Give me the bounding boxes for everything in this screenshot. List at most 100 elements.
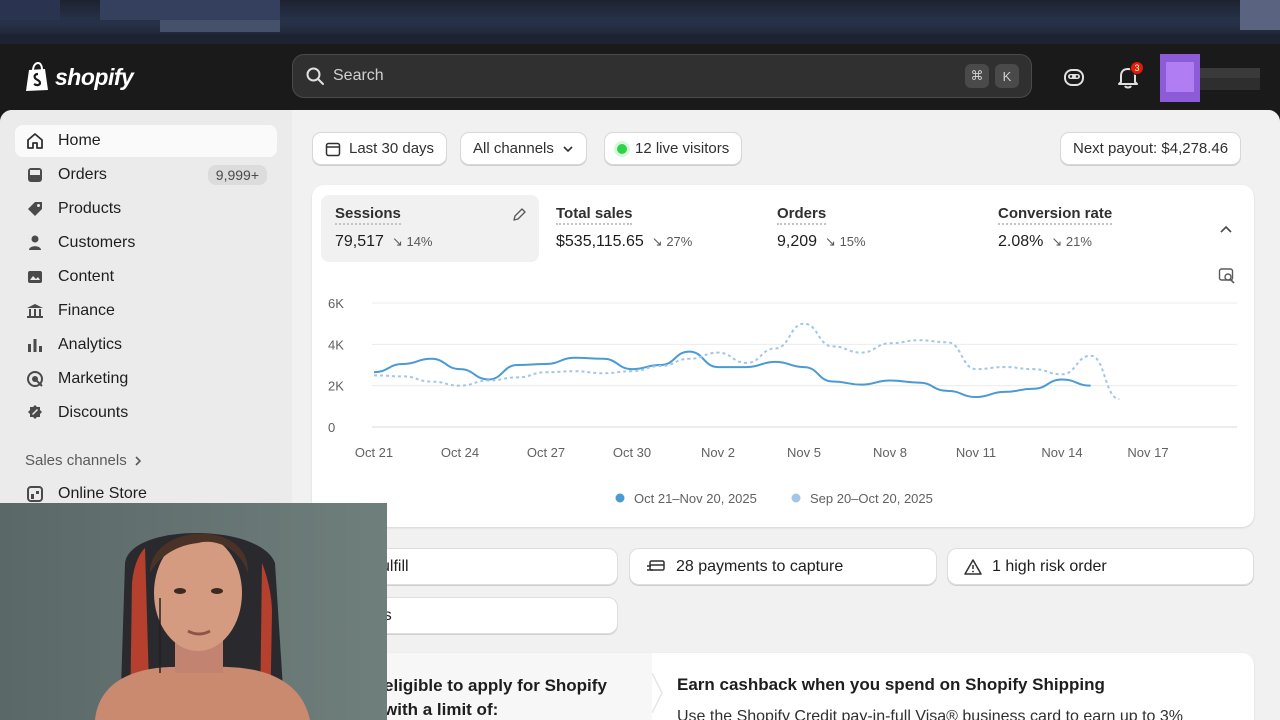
date-range-label: Last 30 days: [349, 140, 435, 157]
live-visitors-label: 12 live visitors: [635, 140, 730, 157]
metric-delta-value: 14%: [406, 234, 433, 249]
bar-chart-icon: [25, 335, 45, 355]
chart-search-icon[interactable]: [1218, 267, 1236, 285]
search-icon: [306, 67, 324, 85]
credit-eligibility-text: eligible to apply for Shopify with a lim…: [384, 676, 607, 719]
next-payout-label: Next payout: $4,278.46: [1073, 140, 1229, 157]
chevron-down-icon: [563, 145, 573, 152]
legend-label-current: Oct 21–Nov 20, 2025: [634, 491, 757, 506]
metric-conversion-rate[interactable]: Conversion rate 2.08% ↘ 21%: [984, 195, 1202, 262]
task-payments-to-capture[interactable]: 28 payments to capture: [629, 548, 937, 585]
x-tick-label: Nov 11: [956, 445, 996, 460]
x-tick-label: Nov 5: [787, 445, 821, 460]
task-label: 1 high risk order: [992, 557, 1107, 575]
x-tick-label: Nov 14: [1041, 445, 1082, 460]
logo-text: shopify: [55, 63, 134, 90]
search-input[interactable]: Search ⌘ K: [292, 54, 1032, 98]
sidebar-item-finance[interactable]: Finance: [15, 295, 277, 327]
sidebar-item-discounts[interactable]: Discounts: [15, 397, 277, 429]
inbox-icon: [25, 165, 45, 185]
orders-count-badge: 9,999+: [207, 165, 267, 185]
x-tick-label: Nov 2: [701, 445, 735, 460]
image-icon: [25, 267, 45, 287]
legend-label-comparison: Sep 20–Oct 20, 2025: [810, 491, 933, 506]
y-tick-label: 4K: [328, 337, 344, 352]
top-bar: shopify Search ⌘ K 3: [0, 44, 1280, 110]
webcam-person-image: [0, 503, 387, 720]
store-icon: [25, 484, 45, 504]
notification-badge: 3: [1130, 61, 1144, 75]
y-tick-label: 2K: [328, 379, 344, 394]
arrow-down-right-icon: ↘: [391, 234, 403, 249]
metric-delta-value: 21%: [1065, 234, 1092, 249]
webcam-overlay: [0, 503, 387, 720]
live-indicator-icon: [617, 143, 627, 154]
calendar-icon: [325, 142, 341, 156]
arrow-down-right-icon: ↘: [825, 234, 836, 249]
warning-icon: [964, 558, 982, 575]
browser-tab-strip: [0, 0, 1280, 44]
metric-delta: ↘ 14%: [392, 234, 433, 250]
payment-icon: [647, 559, 665, 571]
sidebar-item-orders[interactable]: Orders 9,999+: [15, 159, 277, 191]
metric-delta-value: 27%: [666, 234, 693, 249]
sales-channels-header[interactable]: Sales channels: [25, 452, 143, 469]
channels-dropdown[interactable]: All channels: [460, 132, 587, 165]
date-range-button[interactable]: Last 30 days: [312, 132, 448, 165]
current-period-line: [373, 350, 1091, 399]
tag-icon: [25, 199, 45, 219]
sidebar-item-content[interactable]: Content: [15, 261, 277, 293]
next-payout-button[interactable]: Next payout: $4,278.46: [1060, 132, 1242, 165]
sidebar-item-label: Customers: [58, 234, 136, 251]
x-tick-label: Nov 8: [873, 445, 907, 460]
sales-channels-label: Sales channels: [25, 452, 127, 469]
sidebar-item-home[interactable]: Home: [15, 125, 277, 157]
sidekick-icon[interactable]: [1061, 64, 1087, 90]
metric-delta: ↘ 27%: [652, 234, 693, 250]
metric-delta-value: 15%: [839, 234, 866, 249]
metric-value: $535,115.65: [556, 233, 644, 250]
sidebar-item-marketing[interactable]: Marketing: [15, 363, 277, 395]
legend-marker-comparison: [791, 493, 801, 503]
sidebar-item-label: Analytics: [58, 336, 123, 353]
metric-label: Conversion rate: [998, 205, 1113, 225]
task-label: 28 payments to capture: [676, 557, 844, 575]
shortcut-key-cmd: ⌘: [965, 64, 989, 88]
shopify-logo[interactable]: shopify: [24, 61, 134, 93]
metric-label: Orders: [777, 205, 827, 225]
sidebar-item-customers[interactable]: Customers: [15, 227, 277, 259]
sidebar-item-label: Products: [58, 200, 122, 217]
metric-total-sales[interactable]: Total sales $535,115.65 ↘ 27%: [542, 195, 760, 262]
promo-body: Use the Shopify Credit pay-in-full Visa®…: [677, 708, 1183, 720]
task-high-risk-order[interactable]: 1 high risk order: [947, 548, 1254, 585]
sidebar-item-products[interactable]: Products: [15, 193, 277, 225]
chevron-up-icon[interactable]: [1218, 222, 1234, 238]
comparison-period-line: [373, 322, 1120, 401]
arrow-down-right-icon: ↘: [1051, 234, 1063, 249]
metric-orders[interactable]: Orders 9,209 ↘ 15%: [763, 195, 981, 262]
arrow-down-right-icon: ↘: [651, 234, 663, 249]
metric-label: Total sales: [556, 205, 633, 225]
live-visitors-button[interactable]: 12 live visitors: [604, 132, 743, 165]
account-menu[interactable]: [1160, 54, 1280, 102]
search-placeholder: Search: [333, 67, 384, 84]
metric-sessions[interactable]: Sessions 79,517 ↘ 14%: [321, 195, 539, 262]
y-tick-label: 0: [328, 420, 335, 435]
y-tick-label: 6K: [328, 296, 344, 311]
sidebar-item-label: Orders: [58, 166, 107, 183]
sidebar-item-label: Content: [58, 268, 115, 285]
x-tick-label: Oct 27: [527, 445, 565, 460]
promo-title: Earn cashback when you spend on Shopify …: [677, 675, 1105, 694]
sessions-line-chart: 0 2K 4K 6K Oct 21 Oct 24 Oct 27 Oct 30 Nov 2 Nov …: [328, 296, 1237, 506]
home-icon: [25, 131, 45, 151]
credit-promo-card: eligible to apply for Shopify with a lim…: [312, 653, 1254, 720]
sidebar-item-analytics[interactable]: Analytics: [15, 329, 277, 361]
sidebar-item-label: Online Store: [58, 485, 147, 502]
metric-delta: ↘ 21%: [1051, 234, 1092, 250]
main-content: Last 30 days All channels 12 live visito…: [282, 110, 1280, 720]
shopify-bag-icon: [26, 62, 48, 91]
pencil-icon[interactable]: [511, 207, 527, 223]
shortcut-key-k: K: [995, 64, 1019, 88]
chevron-divider-icon: [652, 673, 663, 713]
target-icon: [25, 369, 45, 389]
